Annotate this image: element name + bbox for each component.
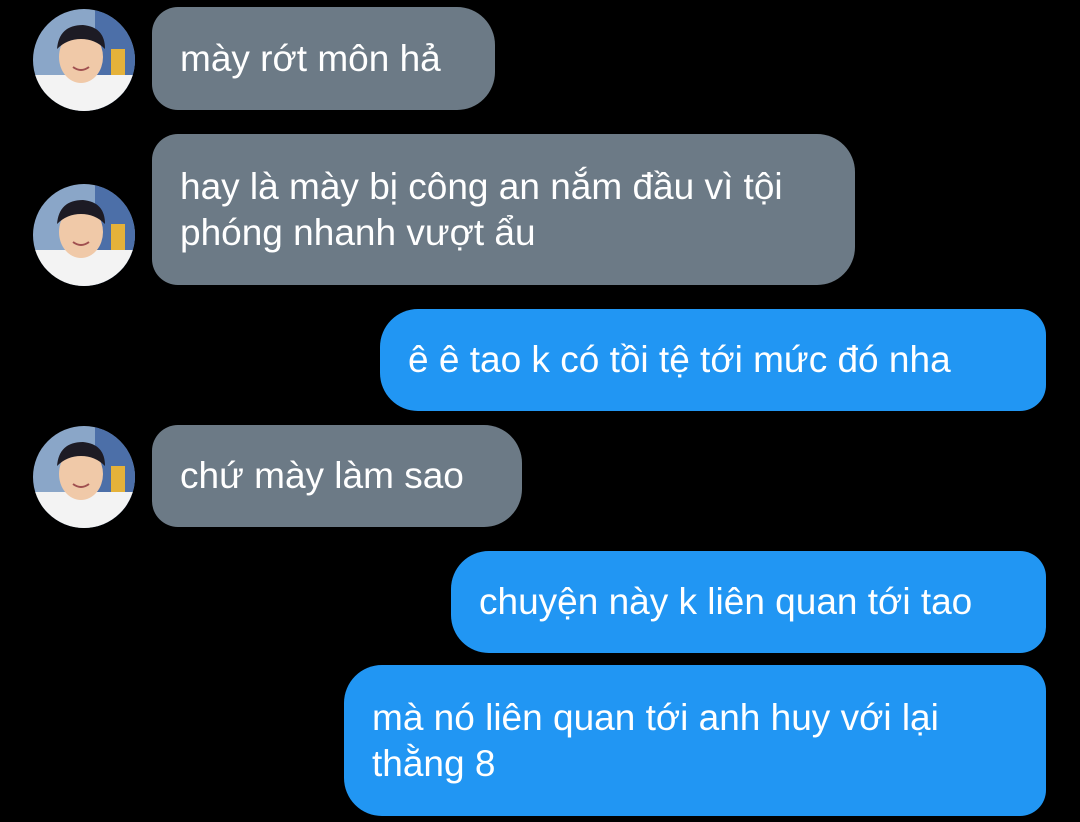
message-bubble-outgoing[interactable]: mà nó liên quan tới anh huy với lại thằn… bbox=[344, 665, 1046, 816]
chat-thread: mày rớt môn hả hay là mày bị công an nắm… bbox=[0, 0, 1080, 822]
contact-avatar-icon[interactable] bbox=[33, 9, 135, 111]
contact-avatar-icon[interactable] bbox=[33, 426, 135, 528]
message-text: chuyện này k liên quan tới tao bbox=[479, 581, 973, 622]
message-text: mày rớt môn hả bbox=[180, 37, 441, 79]
message-bubble-outgoing[interactable]: ê ê tao k có tồi tệ tới mức đó nha bbox=[380, 309, 1046, 411]
message-text: mà nó liên quan tới anh huy với lại thằn… bbox=[372, 696, 939, 784]
message-text: ê ê tao k có tồi tệ tới mức đó nha bbox=[408, 339, 951, 380]
message-bubble-outgoing[interactable]: chuyện này k liên quan tới tao bbox=[451, 551, 1046, 653]
message-bubble-incoming[interactable]: chứ mày làm sao bbox=[152, 425, 522, 527]
message-text: hay là mày bị công an nắm đầu vì tội phó… bbox=[180, 165, 783, 253]
message-bubble-incoming[interactable]: hay là mày bị công an nắm đầu vì tội phó… bbox=[152, 134, 855, 285]
contact-avatar-icon[interactable] bbox=[33, 184, 135, 286]
message-text: chứ mày làm sao bbox=[180, 455, 464, 496]
message-bubble-incoming[interactable]: mày rớt môn hả bbox=[152, 7, 495, 110]
